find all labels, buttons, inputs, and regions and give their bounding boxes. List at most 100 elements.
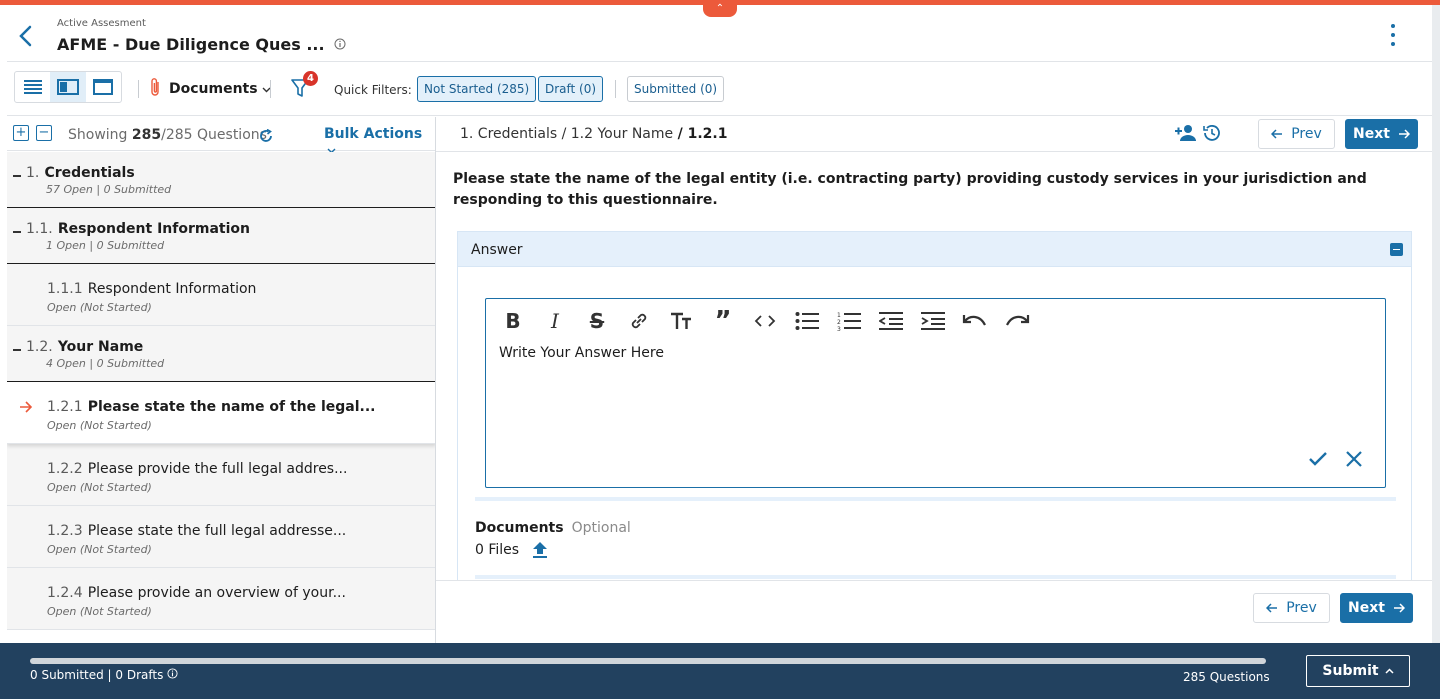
collapse-all-button[interactable]: − — [36, 125, 52, 141]
redo-icon[interactable] — [1004, 309, 1030, 333]
divider — [615, 80, 616, 98]
more-options-icon[interactable] — [1387, 24, 1399, 52]
node-number: 1.2. — [26, 339, 53, 355]
code-icon[interactable] — [752, 309, 778, 333]
node-label: Please provide the full legal addres... — [87, 461, 348, 477]
close-icon[interactable] — [1346, 451, 1362, 471]
answer-text-area[interactable]: Write Your Answer Here — [499, 345, 664, 361]
node-number: 1.2.1 — [47, 399, 83, 415]
node-label: Please state the full legal addresse... — [87, 523, 347, 539]
indent-icon[interactable] — [920, 309, 946, 333]
tree-section-credentials[interactable]: 1. Credentials 57 Open | 0 Submitted — [7, 152, 435, 208]
node-status: 57 Open | 0 Submitted — [46, 183, 172, 196]
submit-button[interactable]: Submit — [1306, 655, 1410, 687]
next-button-top[interactable]: Next — [1345, 119, 1418, 149]
bullet-list-icon[interactable] — [794, 309, 820, 333]
tree-section-respondent-information[interactable]: 1.1. Respondent Information 1 Open | 0 S… — [7, 208, 435, 264]
right-frame — [1432, 5, 1440, 643]
node-number: 1.1. — [26, 221, 53, 237]
question-detail-panel: 1. Credentials / 1.2 Your Name / 1.2.1 P… — [436, 117, 1432, 643]
node-number: 1.2.4 — [47, 585, 83, 601]
node-status: Open (Not Started) — [47, 419, 152, 432]
arrow-right-icon — [1398, 129, 1410, 139]
collapse-section-icon[interactable] — [13, 349, 21, 351]
showing-number: 285 — [131, 127, 162, 143]
filter-chip-submitted[interactable]: Submitted (0) — [627, 76, 725, 102]
divider — [475, 575, 1396, 579]
assessment-title: AFME - Due Diligence Ques ... — [57, 35, 325, 54]
node-status: Open (Not Started) — [47, 605, 152, 618]
assign-user-icon[interactable] — [1174, 123, 1198, 147]
expand-all-button[interactable]: + — [13, 125, 29, 141]
next-label: Next — [1353, 126, 1390, 142]
prev-button-top[interactable]: Prev — [1258, 119, 1335, 149]
quick-filters-label: Quick Filters: — [334, 83, 412, 97]
info-icon[interactable] — [167, 668, 178, 682]
node-label: Please state the name of the legal... — [87, 399, 376, 415]
filter-chip-not-started[interactable]: Not Started (285) — [417, 76, 537, 102]
documents-section-label: Documents Optional — [475, 520, 631, 536]
documents-optional: Optional — [571, 520, 631, 536]
upload-icon[interactable] — [532, 541, 548, 563]
quote-icon[interactable]: ” — [710, 308, 736, 334]
node-label: Credentials — [44, 165, 135, 181]
tree-item-1-1-1[interactable]: 1.1.1 Respondent Information Open (Not S… — [7, 264, 435, 326]
answer-editor[interactable]: B I S ” 1 2 3 Write Your Answer Here — [485, 298, 1386, 488]
question-list-panel: + − Showing 285/285 Questions Bulk Actio… — [7, 117, 436, 643]
tree-item-1-2-1[interactable]: 1.2.1 Please state the name of the legal… — [7, 382, 435, 444]
filter-count-badge: 4 — [303, 71, 318, 86]
node-status: Open (Not Started) — [47, 301, 152, 314]
arrow-left-icon — [1271, 129, 1283, 139]
divider — [475, 497, 1396, 501]
split-view-icon[interactable] — [50, 72, 86, 102]
filter-chip-draft[interactable]: Draft (0) — [538, 76, 604, 102]
tree-item-1-2-3[interactable]: 1.2.3 Please state the full legal addres… — [7, 506, 435, 568]
text-size-icon[interactable] — [668, 309, 694, 333]
link-icon[interactable] — [626, 309, 652, 333]
editor-toolbar: B I S ” 1 2 3 — [500, 308, 1030, 334]
single-view-icon[interactable] — [86, 72, 121, 102]
page-header: Active Assesment AFME - Due Diligence Qu… — [7, 8, 1432, 62]
status-footer: 0 Submitted | 0 Drafts 285 Questions Sub… — [0, 643, 1440, 699]
back-arrow-icon[interactable] — [16, 24, 36, 48]
bold-icon[interactable]: B — [500, 309, 526, 333]
showing-count: Showing 285/285 Questions — [68, 127, 267, 143]
tree-item-1-2-2[interactable]: 1.2.2 Please provide the full legal addr… — [7, 444, 435, 506]
svg-text:2: 2 — [837, 319, 841, 326]
prev-button-bottom[interactable]: Prev — [1253, 593, 1330, 623]
info-icon[interactable] — [334, 35, 346, 54]
tree-item-1-2-4[interactable]: 1.2.4 Please provide an overview of your… — [7, 568, 435, 630]
outdent-icon[interactable] — [878, 309, 904, 333]
node-status: Open (Not Started) — [47, 481, 152, 494]
italic-icon[interactable]: I — [542, 309, 568, 333]
current-arrow-icon — [19, 398, 33, 417]
collapse-section-icon[interactable] — [13, 175, 21, 177]
documents-dropdown[interactable]: Documents — [150, 78, 271, 100]
history-icon[interactable] — [1201, 123, 1221, 147]
node-label: Respondent Information — [87, 281, 257, 297]
breadcrumb-current: / 1.2.1 — [677, 126, 728, 142]
breadcrumb: 1. Credentials / 1.2 Your Name / 1.2.1 — [460, 126, 727, 142]
answer-header: Answer — [458, 232, 1411, 267]
numbered-list-icon[interactable]: 123 — [836, 309, 862, 333]
undo-icon[interactable] — [962, 309, 988, 333]
app-window: ⌃ Active Assesment AFME - Due Diligence … — [0, 0, 1440, 643]
collapse-answer-icon[interactable] — [1390, 243, 1403, 256]
question-tree: 1. Credentials 57 Open | 0 Submitted 1.1… — [7, 152, 435, 630]
next-button-bottom[interactable]: Next — [1340, 593, 1413, 623]
list-header: + − Showing 285/285 Questions Bulk Actio… — [7, 117, 435, 154]
strikethrough-icon[interactable]: S — [584, 309, 610, 333]
progress-bar — [30, 658, 1266, 664]
node-number: 1. — [26, 165, 40, 181]
divider — [138, 80, 139, 98]
node-number: 1.2.2 — [47, 461, 83, 477]
refresh-icon[interactable] — [259, 128, 273, 147]
checkmark-icon[interactable] — [1308, 451, 1328, 471]
toolbar: Documents 4 Quick Filters: Not Started (… — [7, 63, 1432, 116]
showing-suffix: /285 Questions — [161, 127, 267, 143]
node-status: 1 Open | 0 Submitted — [46, 239, 165, 252]
collapse-section-icon[interactable] — [13, 231, 21, 233]
page-title: AFME - Due Diligence Ques ... — [57, 35, 346, 54]
list-view-icon[interactable] — [15, 72, 50, 102]
tree-section-your-name[interactable]: 1.2. Your Name 4 Open | 0 Submitted — [7, 326, 435, 382]
